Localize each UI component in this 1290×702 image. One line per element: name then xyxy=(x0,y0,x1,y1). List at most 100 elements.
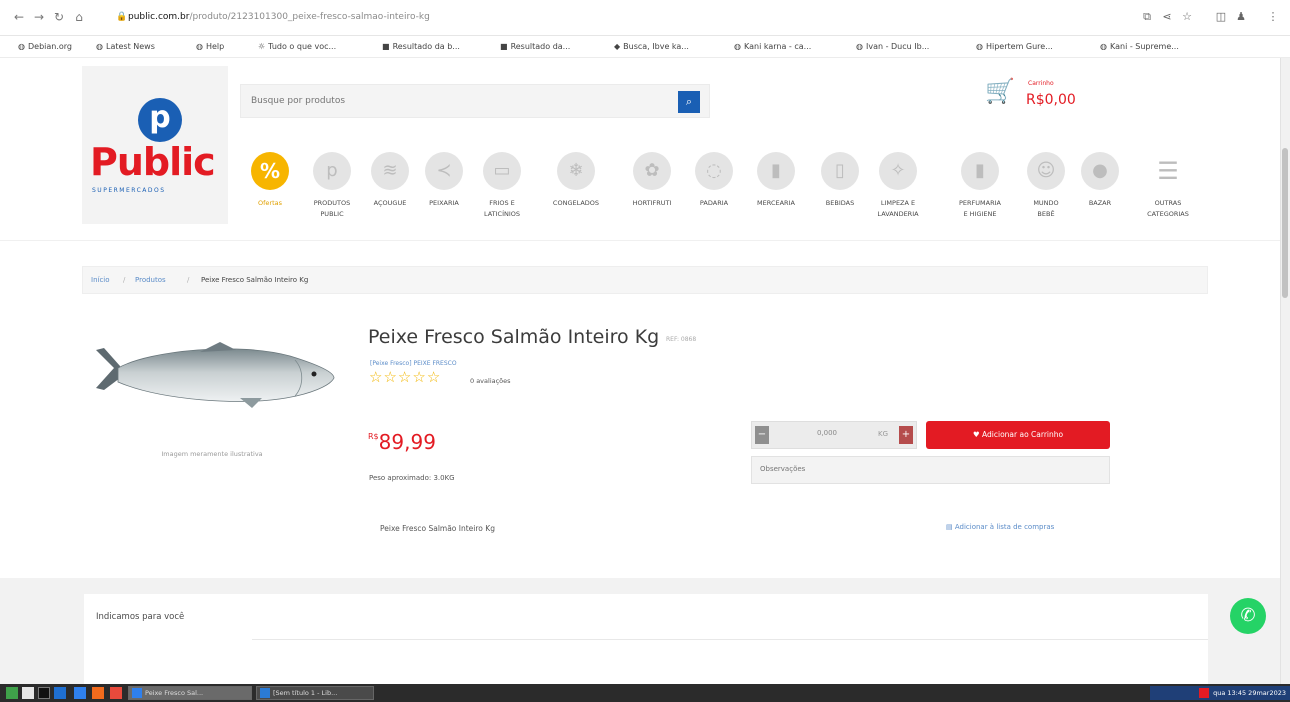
bookmark-item[interactable]: ■ Resultado da b... xyxy=(382,42,460,51)
star-icon[interactable]: ☆ xyxy=(383,368,397,386)
search-button[interactable]: ⌕ xyxy=(678,91,700,113)
breadcrumb-separator: / xyxy=(187,276,190,284)
page-content: p Public SUPERMERCADOS ⌕ 🛒 Carrinho R$0,… xyxy=(0,58,1280,684)
baby-icon: ☺ xyxy=(1027,152,1065,190)
bookmark-item[interactable]: ☼ Tudo o que voc... xyxy=(258,42,336,51)
reload-icon[interactable]: ↻ xyxy=(52,10,66,24)
add-to-list-link[interactable]: ▤ Adicionar à lista de compras xyxy=(946,523,1054,531)
bazaar-icon: ● xyxy=(1081,152,1119,190)
star-icon[interactable]: ☆ xyxy=(398,368,412,386)
taskbar-task-writer[interactable]: [Sem título 1 - Lib... xyxy=(256,686,374,700)
category-peixaria[interactable]: ≺ PEIXARIA xyxy=(412,152,476,209)
rating-stars[interactable]: ☆☆☆☆☆ xyxy=(369,368,441,386)
start-menu-icon[interactable] xyxy=(6,687,18,699)
public-icon: p xyxy=(313,152,351,190)
category-congelados[interactable]: ❄ CONGELADOS xyxy=(544,152,608,209)
category-ofertas[interactable]: % Ofertas xyxy=(238,152,302,209)
bookmark-item[interactable]: ◍ Help xyxy=(196,42,224,51)
category-bebidas[interactable]: ▯ BEBIDAS xyxy=(808,152,872,209)
product-name-footer: Peixe Fresco Salmão Inteiro Kg xyxy=(380,524,495,533)
share-icon[interactable]: ⋖ xyxy=(1160,10,1174,23)
tab-recommended[interactable]: Indicamos para você xyxy=(84,594,252,640)
product-department-link[interactable]: [Peixe Fresco] PEIXE FRESCO xyxy=(370,360,457,367)
quantity-input[interactable] xyxy=(792,429,862,437)
increase-quantity-button[interactable]: + xyxy=(899,426,913,444)
grocery-icon: ▮ xyxy=(757,152,795,190)
bookmark-item[interactable]: ◆ Busca, Ibve ka... xyxy=(614,42,689,51)
product-title: Peixe Fresco Salmão Inteiro Kg xyxy=(368,326,660,348)
cart-icon[interactable]: 🛒 xyxy=(985,78,1015,104)
page-scrollbar[interactable] xyxy=(1280,58,1290,684)
cart-total[interactable]: R$0,00 xyxy=(1026,92,1076,108)
back-icon[interactable]: ← xyxy=(12,10,26,24)
product-ref: REF: 0868 xyxy=(666,336,697,343)
home-icon[interactable]: ⌂ xyxy=(72,10,86,24)
add-to-cart-button[interactable]: ♥ Adicionar ao Carrinho xyxy=(926,421,1110,449)
observations-input[interactable] xyxy=(760,465,1090,473)
url-field[interactable]: public.com.br/produto/2123101300_peixe-f… xyxy=(128,12,430,22)
store-logo[interactable]: p Public SUPERMERCADOS xyxy=(82,66,228,224)
url-host: public.com.br xyxy=(128,12,190,22)
terminal-icon[interactable] xyxy=(38,687,50,699)
star-icon[interactable]: ☆ xyxy=(369,368,383,386)
extension-icon[interactable]: ⧉ xyxy=(1140,10,1154,24)
heart-icon: ♥ xyxy=(972,430,983,439)
forward-icon[interactable]: → xyxy=(32,10,46,24)
file-manager-icon[interactable] xyxy=(22,687,34,699)
desktop-icon[interactable] xyxy=(54,687,66,699)
category-padaria[interactable]: ◌ PADARIA xyxy=(682,152,746,209)
product-price: R$89,99 xyxy=(368,430,436,454)
menu-icon[interactable]: ⋮ xyxy=(1266,10,1280,23)
category-outras[interactable]: ☰ OUTRAS CATEGORIAS xyxy=(1136,152,1200,220)
search-input[interactable] xyxy=(251,94,671,108)
star-icon[interactable]: ☆ xyxy=(427,368,441,386)
breadcrumb-products[interactable]: Produtos xyxy=(135,276,166,284)
category-label: PEIXARIA xyxy=(429,199,459,207)
category-hortifruti[interactable]: ✿ HORTIFRUTI xyxy=(620,152,684,209)
category-mercearia[interactable]: ▮ MERCEARIA xyxy=(744,152,808,209)
scrollbar-thumb[interactable] xyxy=(1282,148,1288,298)
bookmark-item[interactable]: ■ Resultado da... xyxy=(500,42,570,51)
fish-icon: ≺ xyxy=(425,152,463,190)
quantity-unit: KG xyxy=(878,430,889,438)
category-label: Ofertas xyxy=(258,199,282,207)
star-icon[interactable]: ☆ xyxy=(412,368,426,386)
bookmark-item[interactable]: ◍ Hipertem Gure... xyxy=(976,42,1053,51)
sidebar-icon[interactable]: ◫ xyxy=(1214,10,1228,23)
category-frios-laticinios[interactable]: ▭ FRIOS E LATICÍNIOS xyxy=(470,152,534,220)
bookmark-item[interactable]: ◍ Latest News xyxy=(96,42,155,51)
decrease-quantity-button[interactable]: − xyxy=(755,426,769,444)
app-icon[interactable] xyxy=(110,687,122,699)
taskbar-clock[interactable]: qua 13:45 29mar2023 xyxy=(1150,686,1290,700)
lock-icon: 🔒 xyxy=(116,12,128,22)
app-icon[interactable] xyxy=(74,687,86,699)
category-label: PRODUTOS PUBLIC xyxy=(313,199,351,218)
category-limpeza-lavanderia[interactable]: ✧ LIMPEZA E LAVANDERIA xyxy=(866,152,930,220)
category-menu: % Ofertas p PRODUTOS PUBLIC ≋ AÇOUGUE ≺ … xyxy=(248,152,1208,238)
firefox-icon[interactable] xyxy=(92,687,104,699)
whatsapp-icon[interactable]: ✆ xyxy=(1230,598,1266,634)
product-image[interactable] xyxy=(90,338,340,418)
category-bazar[interactable]: ● BAZAR xyxy=(1068,152,1132,209)
bookmark-item[interactable]: ◍ Debian.org xyxy=(18,42,72,51)
url-path: /produto/2123101300_peixe-fresco-salmao-… xyxy=(189,12,430,22)
bottle-icon: ▯ xyxy=(821,152,859,190)
category-produtos-public[interactable]: p PRODUTOS PUBLIC xyxy=(300,152,364,220)
notification-icon[interactable] xyxy=(1199,688,1210,698)
review-count[interactable]: 0 avaliações xyxy=(470,377,511,385)
category-perfumaria-higiene[interactable]: ▮ PERFUMARIA E HIGIENE xyxy=(948,152,1012,220)
bookmark-item[interactable]: ◍ Kani - Supreme... xyxy=(1100,42,1179,51)
profile-icon[interactable]: ♟ xyxy=(1234,10,1248,23)
taskbar-task-browser[interactable]: Peixe Fresco Sal... xyxy=(128,686,252,700)
tab-divider xyxy=(252,639,1208,640)
add-to-cart-label: Adicionar ao Carrinho xyxy=(982,430,1064,439)
bookmark-star-icon[interactable]: ☆ xyxy=(1180,10,1194,23)
quantity-stepper: − KG + xyxy=(751,421,917,449)
bookmark-item[interactable]: ◍ Ivan - Ducu Ib... xyxy=(856,42,929,51)
bookmark-item[interactable]: ◍ Kani karna - ca... xyxy=(734,42,811,51)
logo-letter: p xyxy=(138,98,182,142)
tab-label: Indicamos para você xyxy=(96,612,185,622)
frozen-icon: ❄ xyxy=(557,152,595,190)
breadcrumb-home[interactable]: Início xyxy=(91,276,110,284)
observations-field xyxy=(751,456,1110,484)
